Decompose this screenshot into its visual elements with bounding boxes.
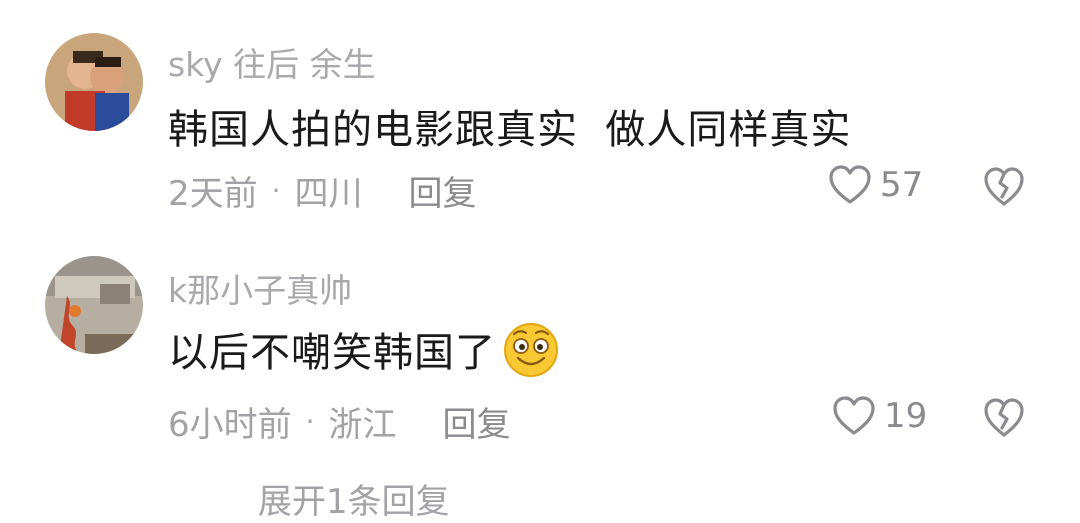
comment-text-content: 以后不嘲笑韩国了	[168, 330, 496, 376]
like-button[interactable]: 19	[832, 396, 927, 436]
reply-button[interactable]: 回复	[409, 166, 477, 215]
broken-heart-icon	[984, 398, 1024, 437]
dislike-button[interactable]	[983, 167, 1025, 211]
expand-replies-link[interactable]: 展开1条回复	[258, 474, 450, 523]
meta-separator: ·	[271, 174, 281, 207]
heart-icon	[833, 396, 875, 435]
broken-heart-icon	[984, 167, 1024, 206]
grinning-face-emoji	[504, 323, 558, 377]
comment-meta: 6小时前 · 浙江 回复	[168, 397, 511, 446]
dislike-button[interactable]	[983, 398, 1025, 442]
comment-location: 四川	[294, 174, 363, 214]
user-avatar[interactable]	[45, 33, 143, 131]
heart-icon	[829, 165, 871, 204]
like-button[interactable]: 57	[828, 165, 923, 205]
username[interactable]: sky 往后 余生	[168, 38, 376, 86]
avatar-photo-icon	[45, 256, 143, 354]
username[interactable]: k那小子真帅	[168, 264, 352, 312]
comment-text-content: 韩国人拍的电影跟真实 做人同样真实	[168, 107, 852, 153]
comment-text: 韩国人拍的电影跟真实 做人同样真实	[168, 97, 851, 155]
avatar-photo-icon	[45, 33, 143, 131]
meta-separator: ·	[305, 405, 315, 438]
user-avatar[interactable]	[45, 256, 143, 354]
reply-button[interactable]: 回复	[443, 397, 511, 446]
comment-location: 浙江	[328, 405, 397, 445]
comment-meta: 2天前 · 四川 回复	[168, 166, 477, 215]
like-count: 57	[880, 165, 924, 205]
comment-time: 2天前	[168, 174, 258, 214]
comment-time: 6小时前	[168, 405, 292, 445]
like-count: 19	[884, 396, 928, 436]
comment-text: 以后不嘲笑韩国了	[168, 320, 560, 378]
